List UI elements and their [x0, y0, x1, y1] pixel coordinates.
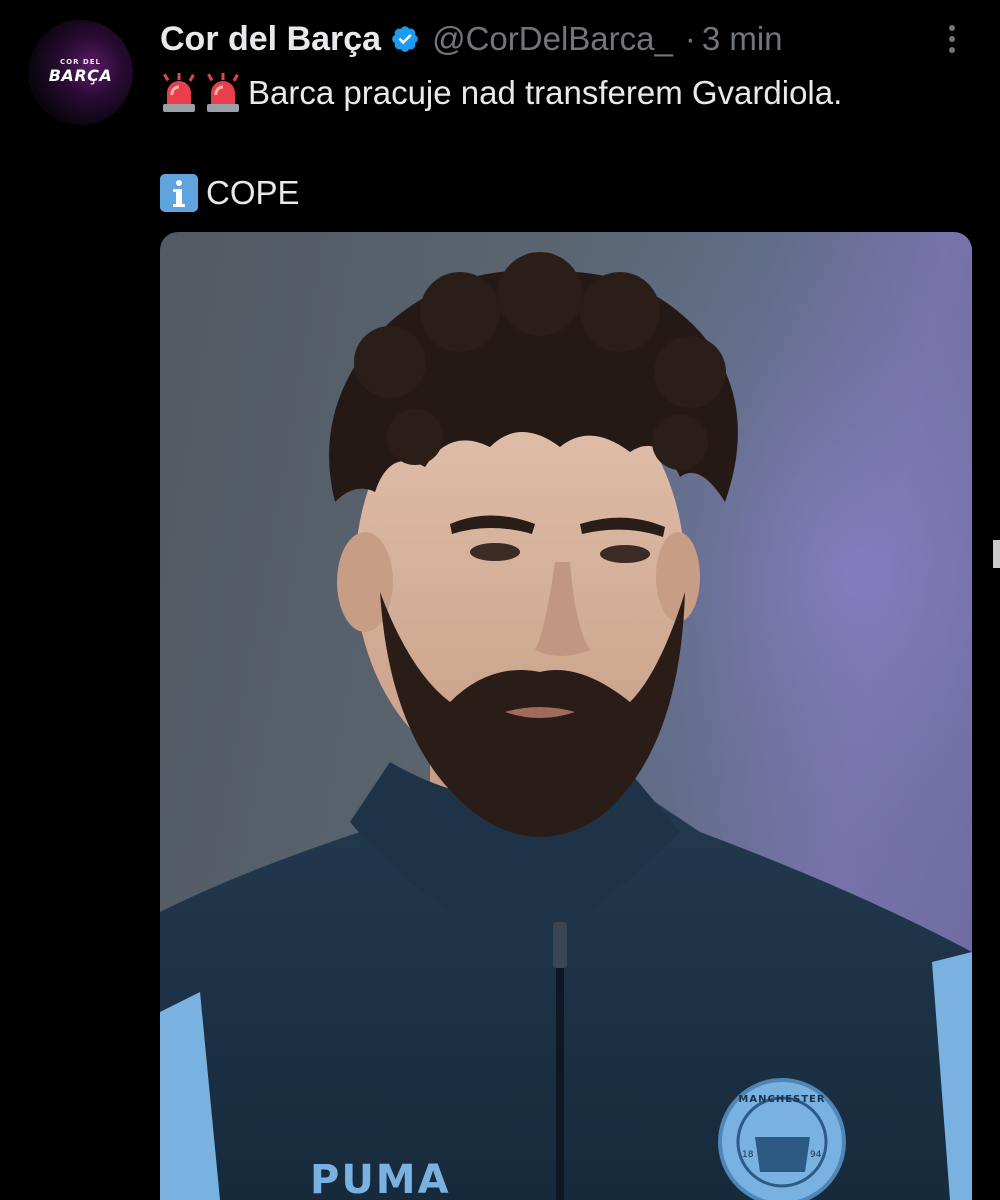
crest-year-right: 94: [810, 1150, 822, 1160]
scroll-indicator[interactable]: [993, 540, 1000, 568]
player-photo: [160, 232, 972, 1200]
siren-icon: [207, 73, 239, 112]
crest-year-left: 18: [742, 1150, 754, 1160]
tweet-header: Cor del Barça @CorDelBarca_ · 3 min: [160, 14, 980, 64]
tweet-media-image[interactable]: PUMA MANCHESTER 18 94: [160, 232, 972, 1200]
avatar-logo-text: BARÇA: [48, 66, 113, 85]
more-options-icon[interactable]: [940, 22, 964, 62]
verified-badge-icon: [392, 26, 418, 52]
tweet-card[interactable]: COR DEL BARÇA Cor del Barça @CorDelBarca…: [0, 0, 1000, 1200]
tweet-source-text: COPE: [206, 174, 300, 211]
tweet-text: Barca pracuje nad transferem Gvardiola.: [248, 74, 843, 111]
tweet-text-line-2: COPE: [160, 170, 300, 216]
avatar-logo-small-text: COR DEL: [60, 58, 101, 66]
user-handle[interactable]: @CorDelBarca_: [432, 20, 673, 58]
jacket-brand-text: PUMA: [310, 1157, 451, 1200]
crest-text: MANCHESTER: [738, 1094, 826, 1105]
display-name[interactable]: Cor del Barça: [160, 20, 381, 59]
header-separator: ·: [684, 20, 696, 57]
tweet-text-line-1: Barca pracuje nad transferem Gvardiola.: [160, 70, 842, 116]
tweet-timestamp[interactable]: 3 min: [702, 20, 783, 58]
siren-icon: [163, 73, 195, 112]
info-icon: [160, 174, 198, 212]
avatar[interactable]: COR DEL BARÇA: [28, 20, 133, 125]
